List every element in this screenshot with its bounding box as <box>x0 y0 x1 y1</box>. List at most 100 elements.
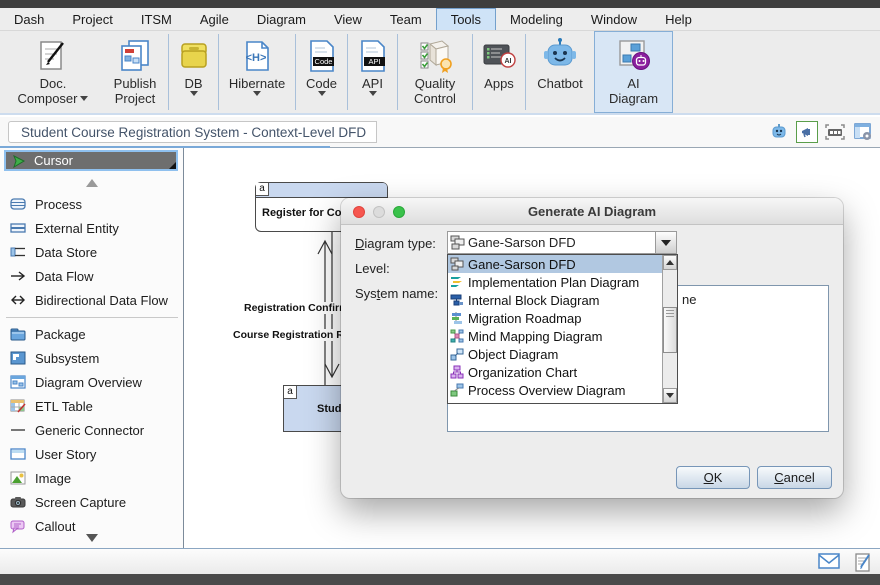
menu-help[interactable]: Help <box>651 8 706 30</box>
menu-dash[interactable]: Dash <box>0 8 58 30</box>
palette-item-cursor[interactable]: Cursor <box>4 150 178 171</box>
close-icon[interactable] <box>353 206 365 218</box>
menu-diagram[interactable]: Diagram <box>243 8 320 30</box>
palette-scroll-up-icon[interactable] <box>86 179 98 187</box>
scroll-up-button[interactable] <box>663 255 677 270</box>
announcement-icon[interactable] <box>796 121 818 143</box>
palette-scroll-down-icon[interactable] <box>86 534 98 542</box>
svg-text:API: API <box>368 57 380 66</box>
menu-team[interactable]: Team <box>376 8 436 30</box>
palette-item-data-flow[interactable]: Data Flow <box>0 264 184 288</box>
mind-mapping-icon <box>450 329 464 343</box>
level-label: Level: <box>355 261 390 276</box>
svg-text:Code: Code <box>314 57 332 66</box>
option-implementation-plan-diagram[interactable]: Implementation Plan Diagram <box>448 273 677 291</box>
option-object-diagram[interactable]: Object Diagram <box>448 345 677 363</box>
menu-view[interactable]: View <box>320 8 376 30</box>
palette-item-etl-table[interactable]: ETL Table <box>0 394 184 418</box>
palette-divider <box>6 317 178 318</box>
quality-control-label-1: Quality <box>415 76 455 91</box>
palette-label: ETL Table <box>35 399 93 414</box>
chevron-down-icon <box>253 91 261 96</box>
db-button[interactable]: DB <box>169 31 218 113</box>
edit-document-icon[interactable] <box>854 552 872 572</box>
menu-modeling[interactable]: Modeling <box>496 8 577 30</box>
chatbot-button[interactable]: Chatbot <box>526 31 594 113</box>
palette-item-data-store[interactable]: Data Store <box>0 240 184 264</box>
cancel-button[interactable]: Cancel <box>757 466 832 489</box>
palette-label: Screen Capture <box>35 495 126 510</box>
option-migration-roadmap[interactable]: Migration Roadmap <box>448 309 677 327</box>
migration-roadmap-icon <box>450 311 464 325</box>
option-label: Organization Chart <box>468 365 577 380</box>
ai-diagram-label-2: Diagram <box>609 91 658 106</box>
palette-item-image[interactable]: Image <box>0 466 184 490</box>
dropdown-scrollbar[interactable] <box>662 255 677 403</box>
organization-chart-icon <box>450 365 464 379</box>
palette-label: External Entity <box>35 221 119 236</box>
diagram-type-dropdown-list: Gane-Sarson DFD Implementation Plan Diag… <box>447 254 678 404</box>
palette-item-process[interactable]: Process <box>0 192 184 216</box>
menu-project[interactable]: Project <box>58 8 126 30</box>
scrollbar-thumb[interactable] <box>663 307 677 353</box>
palette-item-generic-connector[interactable]: Generic Connector <box>0 418 184 442</box>
callout-icon <box>10 518 26 534</box>
menu-tools[interactable]: Tools <box>436 8 496 30</box>
code-button[interactable]: Code Code <box>296 31 347 113</box>
generic-connector-icon <box>10 422 26 438</box>
publish-project-label-2: Project <box>115 91 155 106</box>
apps-button[interactable]: AI Apps <box>473 31 525 113</box>
ribbon-toolbar: Doc. Composer Publish Project DB <H> Hib… <box>0 31 880 115</box>
message-envelope-icon[interactable] <box>818 552 840 570</box>
apps-icon: AI <box>480 36 518 76</box>
palette-item-diagram-overview[interactable]: Diagram Overview <box>0 370 184 394</box>
palette-item-bidirectional-data-flow[interactable]: Bidirectional Data Flow <box>0 288 184 312</box>
capture-frame-icon[interactable] <box>824 121 846 143</box>
subsystem-icon <box>10 350 26 366</box>
option-label: Migration Roadmap <box>468 311 581 326</box>
breadcrumb[interactable]: Student Course Registration System - Con… <box>8 121 377 143</box>
menu-agile[interactable]: Agile <box>186 8 243 30</box>
dialog-title-bar[interactable]: Generate AI Diagram <box>341 198 843 225</box>
quality-control-button[interactable]: Quality Control <box>398 31 472 113</box>
option-gane-sarson-dfd[interactable]: Gane-Sarson DFD <box>448 255 677 273</box>
minimize-icon[interactable] <box>373 206 385 218</box>
code-icon: Code <box>305 36 339 76</box>
option-process-overview-diagram[interactable]: Process Overview Diagram <box>448 381 677 399</box>
palette-item-package[interactable]: Package <box>0 322 184 346</box>
flow-label-registration-confirmation[interactable]: Registration Confirma <box>242 302 356 314</box>
api-label: API <box>362 76 383 91</box>
application-window: Dash Project ITSM Agile Diagram View Tea… <box>0 0 880 585</box>
data-store-icon <box>10 244 26 260</box>
ok-button[interactable]: OK <box>676 466 750 489</box>
combobox-dropdown-button[interactable] <box>655 232 676 253</box>
option-organization-chart[interactable]: Organization Chart <box>448 363 677 381</box>
flow-label-course-registration-request[interactable]: Course Registration R <box>231 329 346 341</box>
palette-item-user-story[interactable]: User Story <box>0 442 184 466</box>
menu-window[interactable]: Window <box>577 8 651 30</box>
diagram-type-combobox[interactable]: Gane-Sarson DFD <box>447 231 677 254</box>
hibernate-button[interactable]: <H> Hibernate <box>219 31 295 113</box>
publish-project-button[interactable]: Publish Project <box>102 31 168 113</box>
option-label: Mind Mapping Diagram <box>468 329 602 344</box>
palette-label: Package <box>35 327 86 342</box>
option-internal-block-diagram[interactable]: Internal Block Diagram <box>448 291 677 309</box>
doc-composer-button[interactable]: Doc. Composer <box>4 31 102 113</box>
palette-item-subsystem[interactable]: Subsystem <box>0 346 184 370</box>
option-mind-mapping-diagram[interactable]: Mind Mapping Diagram <box>448 327 677 345</box>
tool-palette: Cursor Process External Entity Data Stor… <box>0 148 184 548</box>
ai-diagram-button[interactable]: AI Diagram <box>594 31 673 113</box>
data-flow-icon <box>10 268 26 284</box>
chatbot-quick-icon[interactable] <box>768 121 790 143</box>
hibernate-icon: <H> <box>240 36 274 76</box>
api-button[interactable]: API API <box>348 31 397 113</box>
option-label: Process Overview Diagram <box>468 383 626 398</box>
scroll-down-button[interactable] <box>663 388 677 403</box>
ai-diagram-label-1: AI <box>627 76 639 91</box>
palette-item-screen-capture[interactable]: Screen Capture <box>0 490 184 514</box>
zoom-icon[interactable] <box>393 206 405 218</box>
palette-item-external-entity[interactable]: External Entity <box>0 216 184 240</box>
menu-itsm[interactable]: ITSM <box>127 8 186 30</box>
process-header-band <box>256 183 387 198</box>
diagram-spec-icon[interactable] <box>852 121 874 143</box>
